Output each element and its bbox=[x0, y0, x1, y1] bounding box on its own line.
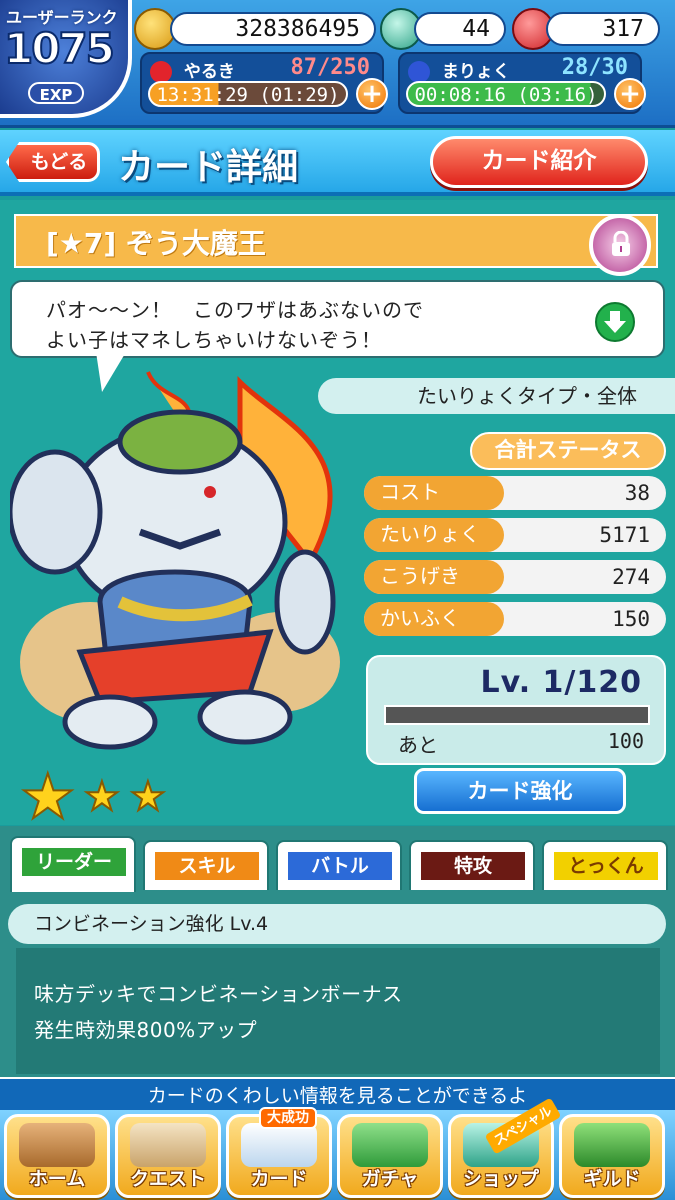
stat-label: コスト bbox=[364, 476, 504, 510]
nav-label: ショップ bbox=[462, 1168, 539, 1190]
nav-label: ギルド bbox=[583, 1168, 641, 1190]
back-button[interactable]: もどる bbox=[6, 142, 100, 182]
tab-leader[interactable]: リーダー bbox=[10, 836, 136, 892]
guild-icon bbox=[574, 1123, 650, 1167]
tab-skill[interactable]: スキル bbox=[143, 840, 269, 890]
stat-value: 38 bbox=[624, 481, 650, 505]
nav-label: ガチャ bbox=[361, 1168, 419, 1190]
speech-line-2: よい子はマネしちゃいけないぞう！ bbox=[46, 328, 382, 352]
tab-label: バトル bbox=[288, 852, 392, 880]
skill-description: 味方デッキでコンビネーションボーナス 発生時効果800%アップ bbox=[16, 948, 660, 1074]
stat-value: 5171 bbox=[599, 523, 650, 547]
meat-count: 317 bbox=[546, 12, 660, 46]
map-icon bbox=[130, 1123, 206, 1167]
magic-icon bbox=[408, 61, 430, 83]
exp-label: EXP bbox=[28, 82, 84, 104]
great-success-badge: 大成功 bbox=[259, 1107, 317, 1129]
level-panel: Lv. 1/120 あと 100 bbox=[366, 655, 666, 765]
page-title: カード詳細 bbox=[118, 147, 299, 188]
stat-label: かいふく bbox=[364, 602, 504, 636]
star-icon: ★ bbox=[19, 759, 77, 834]
nav-label: クエスト bbox=[129, 1168, 206, 1190]
status-bar: ユーザーランク 1075 EXP 328386495 44 317 やるき 87… bbox=[0, 0, 675, 128]
tab-training[interactable]: とっくん bbox=[542, 840, 668, 890]
star-icon: ★ bbox=[129, 773, 167, 821]
nav-guild[interactable]: ギルド bbox=[559, 1114, 665, 1198]
gacha-icon bbox=[352, 1123, 428, 1167]
nav-card[interactable]: 大成功 カード bbox=[226, 1107, 332, 1198]
rank-value: 1075 bbox=[3, 23, 116, 74]
stamina-plus-button[interactable]: + bbox=[356, 78, 388, 110]
stamina-gauge: やるき 87/250 13:31:29 (01:29) + bbox=[140, 52, 388, 114]
nav-label: カード bbox=[250, 1168, 308, 1190]
tab-battle[interactable]: バトル bbox=[276, 840, 402, 890]
title-bar: もどる カード詳細 カード紹介 bbox=[0, 130, 675, 196]
arrow-down-icon[interactable] bbox=[595, 302, 635, 342]
speech-bubble: パオ～～ン！ このワザはあぶないので よい子はマネしちゃいけないぞう！ bbox=[10, 280, 665, 358]
lock-button[interactable] bbox=[589, 214, 651, 276]
magic-gauge: まりょく 28/30 00:08:16 (03:16) + bbox=[398, 52, 646, 114]
nav-quest[interactable]: クエスト bbox=[115, 1114, 221, 1198]
stamina-label: やるき bbox=[183, 62, 235, 82]
stamina-icon bbox=[150, 61, 172, 83]
stat-value: 274 bbox=[612, 565, 650, 589]
stat-row-cost: コスト 38 bbox=[364, 476, 666, 510]
card-icon bbox=[241, 1123, 317, 1167]
character-illustration[interactable] bbox=[10, 362, 370, 762]
level-text: Lv. 1/120 bbox=[480, 665, 642, 700]
stamina-value: 87/250 bbox=[290, 55, 370, 80]
card-intro-button[interactable]: カード紹介 bbox=[430, 136, 648, 188]
card-name: [★7] ぞう大魔王 bbox=[46, 227, 266, 260]
skill-panel: コンビネーション強化 Lv.4 味方デッキでコンビネーションボーナス 発生時効果… bbox=[0, 892, 675, 1077]
stamina-timer: 13:31:29 (01:29) bbox=[148, 81, 348, 107]
card-enhance-button[interactable]: カード強化 bbox=[414, 768, 626, 814]
tab-label: とっくん bbox=[554, 852, 658, 880]
skill-line-1: 味方デッキでコンビネーションボーナス bbox=[34, 982, 403, 1006]
home-icon bbox=[19, 1123, 95, 1167]
nav-label: ホーム bbox=[28, 1168, 86, 1190]
skill-line-2: 発生時効果800%アップ bbox=[34, 1018, 258, 1042]
card-name-bar: [★7] ぞう大魔王 bbox=[14, 214, 658, 268]
stat-row-attack: こうげき 274 bbox=[364, 560, 666, 594]
magic-plus-button[interactable]: + bbox=[614, 78, 646, 110]
nav-shop[interactable]: スペシャル ショップ bbox=[448, 1097, 562, 1198]
stat-value: 150 bbox=[612, 607, 650, 631]
tab-label: スキル bbox=[155, 852, 259, 880]
lock-icon bbox=[612, 231, 630, 256]
nav-gacha[interactable]: ガチャ bbox=[337, 1114, 443, 1198]
total-status-header: 合計ステータス bbox=[470, 432, 666, 470]
coin-count: 328386495 bbox=[170, 12, 376, 46]
speech-line-1: パオ～～ン！ このワザはあぶないので bbox=[46, 298, 424, 322]
stat-label: こうげき bbox=[364, 560, 504, 594]
bottom-nav: ホーム クエスト 大成功 カード ガチャ スペシャル ショップ ギルド bbox=[0, 1097, 675, 1200]
star-icon: ★ bbox=[83, 773, 121, 821]
stat-label: たいりょく bbox=[364, 518, 504, 552]
gem-count: 44 bbox=[414, 12, 506, 46]
type-label: たいりょくタイプ・全体 bbox=[318, 378, 675, 414]
card-detail-area: [★7] ぞう大魔王 パオ～～ン！ このワザはあぶないので よい子はマネしちゃい… bbox=[0, 200, 675, 834]
tab-bar: リーダー スキル バトル 特攻 とっくん bbox=[0, 826, 675, 892]
skill-title: コンビネーション強化 Lv.4 bbox=[8, 904, 666, 944]
stat-row-hp: たいりょく 5171 bbox=[364, 518, 666, 552]
stat-row-heal: かいふく 150 bbox=[364, 602, 666, 636]
level-progress-bar bbox=[384, 705, 650, 725]
tab-label: リーダー bbox=[22, 848, 126, 876]
magic-value: 28/30 bbox=[561, 55, 628, 80]
magic-label: まりょく bbox=[441, 62, 510, 82]
tab-special-attack[interactable]: 特攻 bbox=[409, 840, 535, 890]
magic-timer: 00:08:16 (03:16) bbox=[406, 81, 606, 107]
tab-label: 特攻 bbox=[421, 852, 525, 880]
remain-label: あと bbox=[398, 733, 438, 757]
hint-bar: カードのくわしい情報を見ることができるよ bbox=[0, 1077, 675, 1111]
nav-home[interactable]: ホーム bbox=[4, 1114, 110, 1198]
user-rank-badge[interactable]: ユーザーランク 1075 EXP bbox=[0, 0, 132, 118]
remain-value: 100 bbox=[607, 729, 644, 753]
